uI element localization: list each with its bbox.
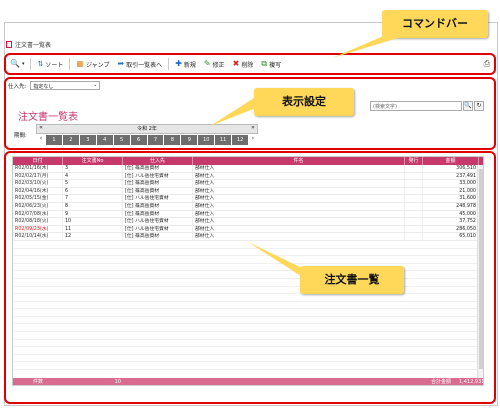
callout-display-settings-text: 表示設定: [282, 95, 326, 108]
document-icon: [6, 40, 12, 48]
command-bar-highlight: [4, 53, 496, 75]
callout-command-bar-text: コマンドバー: [402, 17, 468, 30]
document-tab[interactable]: 注文書一覧表: [6, 38, 51, 50]
callout-order-list-text: 注文書一覧: [324, 273, 380, 286]
callout-order-list-pointer: [248, 242, 304, 278]
tab-title: 注文書一覧表: [15, 41, 52, 49]
callout-display-settings: 表示設定: [254, 88, 354, 116]
callout-display-settings-pointer: [210, 98, 256, 126]
callout-order-list: 注文書一覧: [300, 266, 404, 294]
callout-command-bar-pointer: [332, 34, 398, 58]
